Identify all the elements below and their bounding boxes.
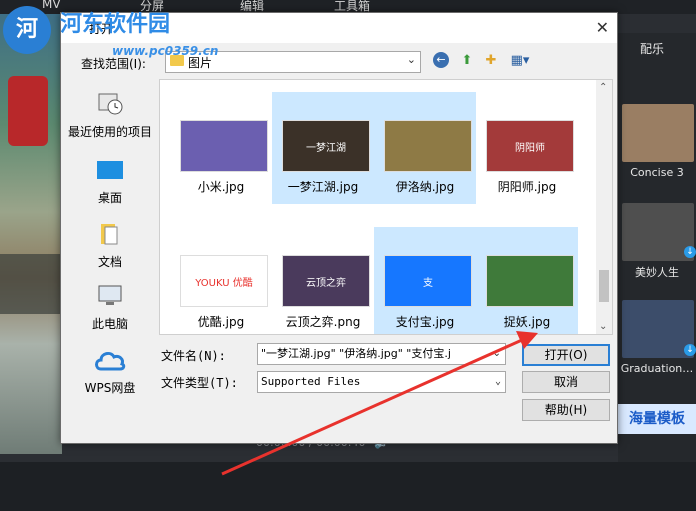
annotation-arrow (221, 331, 538, 476)
watermark-url: www.pc0359.cn (112, 44, 219, 58)
watermark-title: 河东软件园 (60, 12, 171, 37)
watermark-logo: 河 (3, 6, 51, 54)
watermark: 河 河东软件园 www.pc0359.cn (0, 0, 260, 70)
